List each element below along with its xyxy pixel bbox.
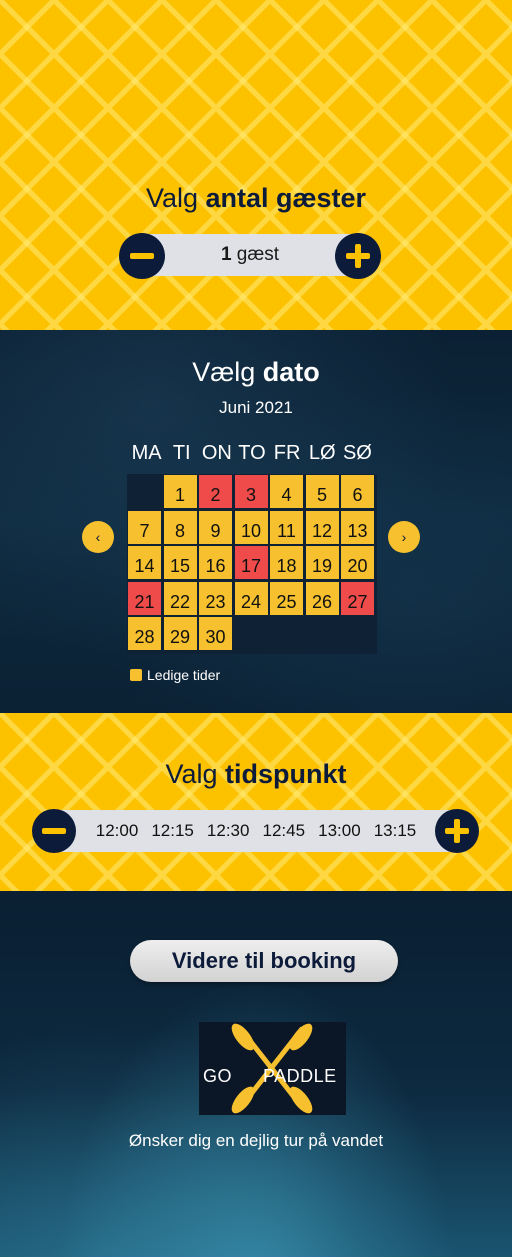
calendar-day[interactable]: 13 — [341, 510, 374, 544]
minus-icon — [130, 253, 154, 259]
guest-count: 1 — [220, 244, 232, 265]
calendar-day: 27 — [341, 581, 374, 615]
calendar-day[interactable]: 16 — [199, 546, 232, 579]
calendar-grid: 1 2 3 4 5 6 7 8 9 10 11 12 13 14 15 16 17 18 19 20 21 22 23 24 2… — [127, 474, 377, 654]
guest-decrease-button[interactable] — [119, 233, 165, 279]
guest-increase-button[interactable] — [335, 233, 381, 279]
time-heading: Valg tidspunkt — [0, 759, 512, 790]
calendar-day[interactable]: 26 — [305, 581, 339, 615]
legend-label: Ledige tider — [147, 667, 221, 683]
weekday-thu: TO — [238, 442, 266, 464]
guest-heading-bold: antal gæster — [205, 183, 367, 213]
calendar-day[interactable]: 20 — [341, 546, 374, 579]
calendar-day[interactable]: 25 — [270, 581, 303, 615]
calendar-legend: Ledige tider — [130, 667, 220, 683]
weekday-mon: MA — [131, 442, 162, 464]
calendar-day[interactable]: 23 — [199, 581, 232, 615]
gopaddle-logo: GO PADDLE — [199, 1022, 346, 1115]
time-next-button[interactable] — [435, 809, 479, 853]
calendar-day[interactable]: 24 — [234, 581, 268, 615]
calendar-day[interactable]: 28 — [128, 617, 161, 650]
calendar-day[interactable]: 9 — [199, 510, 232, 544]
time-heading-pre: Valg — [165, 759, 218, 789]
guest-heading-pre: Valg — [145, 183, 198, 213]
prev-month-button[interactable]: ‹ — [82, 521, 114, 553]
plus-icon-vertical — [454, 819, 460, 843]
weekday-wed: ON — [201, 442, 232, 464]
time-section: Valg tidspunkt 12:00 12:15 12:30 12:45 1… — [0, 713, 512, 891]
time-prev-button[interactable] — [32, 809, 76, 853]
time-slot-bar: 12:00 12:15 12:30 12:45 13:00 13:15 — [40, 810, 472, 852]
time-slot[interactable]: 12:00 — [89, 821, 145, 841]
calendar-day[interactable]: 14 — [128, 546, 161, 579]
chevron-left-icon: ‹ — [95, 529, 101, 545]
weekday-fri: FR — [273, 442, 301, 464]
month-label: Juni 2021 — [219, 398, 293, 417]
calendar-day: 17 — [234, 546, 268, 579]
legend-swatch — [130, 669, 142, 681]
minus-icon — [42, 828, 66, 834]
guest-count-display: 1 gæst — [221, 244, 279, 266]
calendar-day[interactable]: 12 — [305, 510, 339, 544]
logo-text-right: PADDLE — [263, 1066, 337, 1086]
calendar-day[interactable]: 8 — [163, 510, 197, 544]
calendar-day: 21 — [128, 581, 161, 615]
time-slot-list: 12:00 12:15 12:30 12:45 13:00 13:15 — [89, 821, 423, 841]
calendar-day[interactable]: 5 — [305, 475, 339, 508]
time-slot[interactable]: 13:15 — [367, 821, 423, 841]
calendar-day[interactable]: 1 — [163, 475, 197, 508]
date-heading: Vælg dato — [0, 357, 512, 388]
calendar-day[interactable]: 7 — [128, 510, 161, 544]
calendar-day[interactable]: 15 — [163, 546, 197, 579]
time-slot[interactable]: 12:30 — [200, 821, 256, 841]
calendar-day[interactable]: 10 — [234, 510, 268, 544]
calendar-day[interactable]: 30 — [199, 617, 232, 650]
time-heading-bold: tidspunkt — [225, 759, 347, 789]
plus-icon-vertical — [355, 244, 361, 268]
weekday-sat: LØ — [308, 442, 336, 464]
calendar-day[interactable]: 18 — [270, 546, 303, 579]
calendar-day[interactable]: 4 — [270, 475, 303, 508]
continue-to-booking-button[interactable]: Videre til booking — [130, 940, 398, 982]
calendar-day[interactable]: 22 — [163, 581, 197, 615]
calendar-day[interactable]: 19 — [305, 546, 339, 579]
tagline: Ønsker dig en dejlig tur på vandet — [128, 1131, 384, 1150]
time-slot[interactable]: 13:00 — [312, 821, 368, 841]
date-heading-pre: Vælg — [192, 357, 256, 387]
calendar-day[interactable]: 6 — [341, 475, 374, 508]
calendar-day: 2 — [199, 475, 232, 508]
weekday-tue: TI — [172, 442, 191, 464]
calendar-day[interactable]: 11 — [270, 510, 303, 544]
guest-unit: gæst — [236, 244, 280, 265]
guest-heading: Valg antal gæster — [0, 183, 512, 214]
logo-text-left: GO — [203, 1066, 233, 1086]
date-heading-bold: dato — [262, 357, 320, 387]
calendar-day: 3 — [234, 475, 268, 508]
calendar-day[interactable]: 29 — [163, 617, 197, 650]
next-month-button[interactable]: › — [388, 521, 420, 553]
time-slot[interactable]: 12:15 — [145, 821, 201, 841]
guest-section: Valg antal gæster 1 gæst — [0, 0, 512, 330]
weekday-sun: SØ — [342, 442, 372, 464]
time-slot[interactable]: 12:45 — [256, 821, 312, 841]
chevron-right-icon: › — [401, 529, 407, 545]
weekday-header: MA TI ON TO FR LØ SØ — [129, 442, 375, 465]
